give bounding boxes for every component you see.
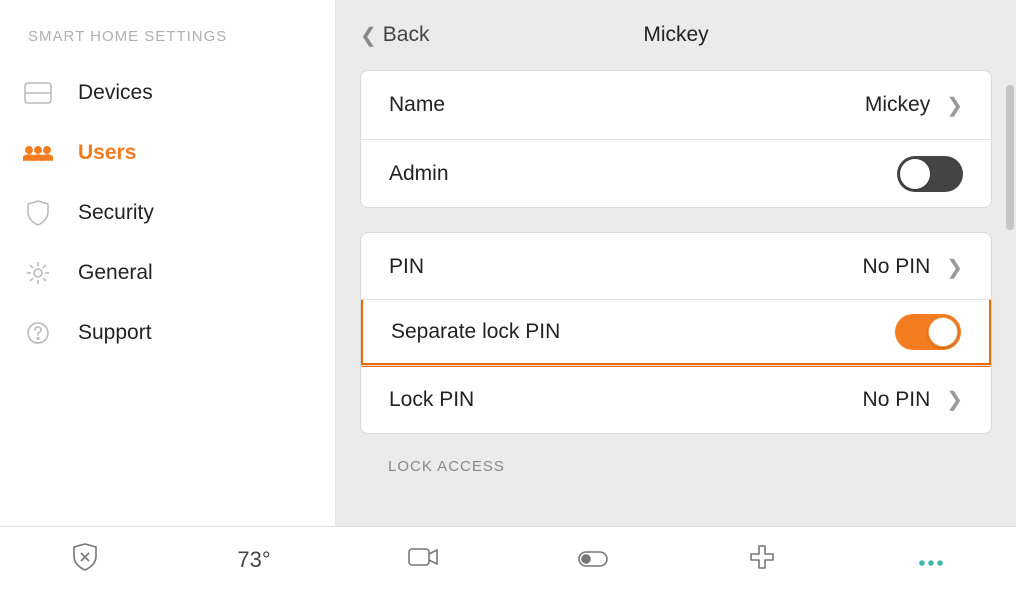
chevron-right-icon: ❯ [946,255,963,280]
devices-icon [22,77,54,109]
bottombar-toggle[interactable] [508,547,677,573]
section-label: LOCK ACCESS [360,458,992,479]
sidebar-item-users[interactable]: Users [0,123,335,183]
shield-icon [22,197,54,229]
row-label: Admin [389,162,449,186]
bottom-bar: 73° [0,526,1016,592]
row-name[interactable]: Name Mickey ❯ [361,71,991,139]
toggle-icon [578,547,608,573]
main-header: ❮ Back Mickey [336,0,1016,70]
back-label: Back [383,23,430,47]
sidebar-item-devices[interactable]: Devices [0,63,335,123]
gear-icon [22,257,54,289]
page-title: Mickey [643,23,708,47]
shield-x-icon [73,543,97,577]
row-value: No PIN [863,255,931,279]
row-separate-lock-pin: Separate lock PIN [360,299,992,367]
temperature-value: 73° [237,547,270,573]
users-icon [22,137,54,169]
row-label: Separate lock PIN [391,320,560,344]
settings-group: PIN No PIN ❯ Separate lock PIN Lock P [360,232,992,434]
settings-group: Name Mickey ❯ Admin [360,70,992,208]
bottombar-more[interactable] [847,547,1016,573]
sidebar-title: SMART HOME SETTINGS [0,28,335,63]
sidebar-item-support[interactable]: Support [0,303,335,363]
row-admin: Admin [361,139,991,207]
scroll-area[interactable]: Name Mickey ❯ Admin [336,70,1016,526]
row-pin[interactable]: PIN No PIN ❯ [361,233,991,301]
chevron-right-icon: ❯ [946,93,963,118]
plus-icon [750,545,774,575]
bottombar-camera[interactable] [339,547,508,573]
row-value: Mickey [865,93,930,117]
more-icon [918,547,944,573]
row-label: Name [389,93,445,117]
row-label: PIN [389,255,424,279]
row-lock-pin[interactable]: Lock PIN No PIN ❯ [361,365,991,433]
sidebar-item-label: Users [78,141,136,165]
help-icon [22,317,54,349]
sidebar-item-label: Devices [78,81,153,105]
admin-toggle[interactable] [897,156,963,192]
bottombar-temperature[interactable]: 73° [170,547,339,573]
bottombar-add[interactable] [678,545,847,575]
sidebar-item-security[interactable]: Security [0,183,335,243]
scrollbar-thumb[interactable] [1006,85,1014,230]
camera-icon [408,547,438,573]
sidebar-item-label: Support [78,321,152,345]
sidebar: SMART HOME SETTINGS Devices Users [0,0,336,526]
sidebar-item-label: General [78,261,153,285]
row-label: Lock PIN [389,388,474,412]
separate-lock-pin-toggle[interactable] [895,314,961,350]
back-button[interactable]: ❮ Back [360,23,429,48]
chevron-left-icon: ❮ [360,23,377,48]
chevron-right-icon: ❯ [946,387,963,412]
main-panel: ❮ Back Mickey Name Mickey ❯ [336,0,1016,526]
sidebar-item-label: Security [78,201,154,225]
bottombar-security[interactable] [0,543,169,577]
sidebar-item-general[interactable]: General [0,243,335,303]
row-value: No PIN [863,388,931,412]
